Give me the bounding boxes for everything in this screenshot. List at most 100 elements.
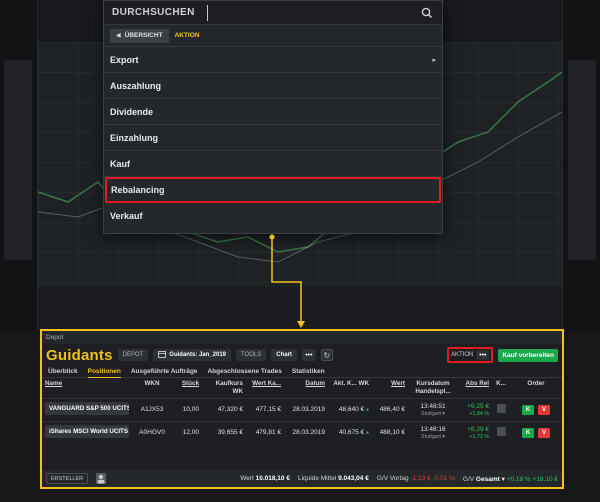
background-blur-block [568, 60, 596, 260]
search-label: DURCHSUCHEN [112, 7, 195, 18]
menu-item-label: Kauf [110, 158, 130, 169]
cell-stueck: 10,00 [170, 397, 202, 422]
cell-kursdatum: 13:48:16 Stuttgart ▾ [408, 420, 458, 445]
cell-datum: 28.03.2019 [284, 397, 328, 422]
menu-item-label: Einzahlung [110, 132, 158, 143]
order-sell-button[interactable]: V [538, 427, 550, 438]
cell-akt-kurs: 40,675 € ● [328, 420, 372, 445]
liquide-mittel: Liquide Mittel 9.043,04 € [297, 475, 369, 482]
cell-datum: 28.03.2019 [284, 420, 328, 445]
order-buy-button[interactable]: K [522, 404, 534, 415]
gv-vortag: G/V Vortag -1,13 € -0,01 % [376, 475, 455, 482]
cell-k [492, 397, 510, 422]
handelsplatz-select[interactable]: Stuttgart ▾ [411, 411, 455, 417]
depot-wert: Wert 10.018,10 € [240, 475, 290, 482]
cell-order: KV [510, 397, 562, 422]
menu-item-label: Auszahlung [110, 80, 161, 91]
tools-more-button[interactable]: ••• [301, 349, 316, 361]
depot-label: DEPOT [117, 349, 149, 361]
column-header-k[interactable]: K... [492, 378, 510, 398]
handelsplatz-select[interactable]: Stuttgart ▾ [411, 434, 455, 440]
column-header-wert[interactable]: Wert [372, 378, 408, 398]
tab-abgeschlossene-trades[interactable]: Abgeschlossene Trades [207, 368, 281, 375]
cell-kursdatum: 13:48:51 Stuttgart ▾ [408, 397, 458, 422]
table-row: VANGUARD S&P 500 UCITS A1JX53 10,00 47,3… [42, 397, 562, 422]
refresh-icon[interactable]: ↻ [320, 349, 333, 361]
asset-name-button[interactable]: VANGUARD S&P 500 UCITS [45, 402, 129, 416]
gv-period-select[interactable]: Gesamt ▾ [476, 476, 505, 483]
cell-abs-rel: +9,25 € +1,94 % [458, 397, 492, 422]
order-buy-button[interactable]: K [522, 427, 534, 438]
table-row: iShares MSCI World UCITS A0HGV0 12,00 39… [42, 420, 562, 445]
tab-ueberblick[interactable]: Überblick [48, 368, 78, 375]
column-header-datum[interactable]: Datum [284, 378, 328, 398]
search-icon[interactable] [420, 6, 434, 20]
aktion-label: AKTION [451, 352, 474, 358]
tab-aktion[interactable]: AKTION [175, 32, 200, 39]
cell-wert-kauf: 477,15 € [246, 397, 284, 422]
asset-name-button[interactable]: iShares MSCI World UCITS [45, 425, 129, 439]
column-header-stueck[interactable]: Stück [170, 378, 202, 398]
search-input[interactable] [206, 4, 420, 21]
cell-order: KV [510, 420, 562, 445]
menu-item-label: Export [110, 54, 139, 65]
cell-stueck: 12,00 [170, 420, 202, 445]
column-header-kursdatum[interactable]: Kursdatum Handelspl... [408, 378, 458, 398]
cell-kaufkurs: 39,655 € [202, 420, 246, 445]
avatar[interactable] [96, 473, 107, 484]
tab-positionen[interactable]: Positionen [87, 366, 121, 378]
cell-akt-kurs: 48,640 € ● [328, 397, 372, 422]
back-label: ÜBERSICHT [124, 32, 163, 39]
menu-item-dividende[interactable]: Dividende [104, 99, 442, 125]
action-dropdown-menu: DURCHSUCHEN ◀ ÜBERSICHT AKTION Export ▸ … [103, 0, 443, 234]
tab-statistiken[interactable]: Statistiken [292, 368, 325, 375]
order-sell-button[interactable]: V [538, 404, 550, 415]
cell-wkn: A0HGV0 [134, 420, 170, 445]
price-up-dot-icon: ● [365, 430, 369, 437]
aktion-more-button[interactable]: ••• [476, 350, 490, 360]
menu-item-rebalancing[interactable]: Rebalancing [105, 177, 441, 203]
depot-footer: ERSTELLER Wert 10.018,10 € Liquide Mitte… [42, 470, 562, 487]
dropdown-search-bar: DURCHSUCHEN [104, 1, 442, 25]
column-header-wert-kauf[interactable]: Wert Ka... [246, 378, 284, 398]
menu-item-export[interactable]: Export ▸ [104, 47, 442, 73]
gain-rel: +1,73 % [469, 433, 489, 440]
menu-item-auszahlung[interactable]: Auszahlung [104, 73, 442, 99]
tools-label: TOOLS [236, 349, 267, 361]
column-header-abs-rel[interactable]: Abs Rel [458, 378, 492, 398]
column-header-kaufkurs[interactable]: Kaufkurs WK [202, 378, 246, 398]
depot-panel-title: Depot [42, 331, 562, 344]
ersteller-button[interactable]: ERSTELLER [46, 473, 89, 484]
column-header-name[interactable]: Name [42, 378, 134, 398]
tab-ausgefuehrte-auftraege[interactable]: Ausgeführte Aufträge [131, 368, 198, 375]
wallet-icon [158, 350, 167, 360]
depot-selector[interactable]: Guidants: Jan_2019 [153, 349, 231, 361]
kurs-time: 13:48:51 [420, 402, 446, 410]
chevron-left-icon: ◀ [116, 33, 121, 39]
chart-tool-button[interactable]: Chart [271, 349, 297, 361]
depot-toolbar: Guidants DEPOT Guidants: Jan_2019 TOOLS … [42, 344, 562, 366]
cell-wert: 488,10 € [372, 420, 408, 445]
menu-item-kauf[interactable]: Kauf [104, 151, 442, 177]
kurs-time: 13:48:16 [420, 425, 446, 433]
k-checkbox[interactable] [496, 427, 506, 437]
menu-item-label: Dividende [110, 106, 154, 117]
k-checkbox[interactable] [496, 404, 506, 414]
column-header-wkn[interactable]: WKN [134, 378, 170, 398]
gv-gesamt: G/V Gesamt ▾ +0,18 % +18,10 € [462, 475, 558, 483]
menu-item-verkauf[interactable]: Verkauf [104, 203, 442, 229]
cell-abs-rel: +8,29 € +1,73 % [458, 420, 492, 445]
cell-wkn: A1JX53 [134, 397, 170, 422]
menu-item-einzahlung[interactable]: Einzahlung [104, 125, 442, 151]
kauf-vorbereiten-button[interactable]: Kauf vorbereiten [498, 348, 558, 362]
cell-wert: 486,40 € [372, 397, 408, 422]
column-header-akt-kurs[interactable]: Akt. K... WK [328, 378, 372, 398]
gain-abs: +8,29 € [467, 425, 489, 433]
menu-item-label: Verkauf [110, 211, 143, 221]
chevron-right-icon: ▸ [432, 56, 436, 64]
dropdown-tabs: ◀ ÜBERSICHT AKTION [104, 25, 442, 47]
back-to-overview-button[interactable]: ◀ ÜBERSICHT [110, 28, 169, 43]
positions-table: Name WKN Stück Kaufkurs WK Wert Ka... Da… [42, 378, 562, 445]
aktion-menu-trigger[interactable]: AKTION ••• [447, 347, 494, 363]
guidants-logo: Guidants [46, 346, 113, 364]
